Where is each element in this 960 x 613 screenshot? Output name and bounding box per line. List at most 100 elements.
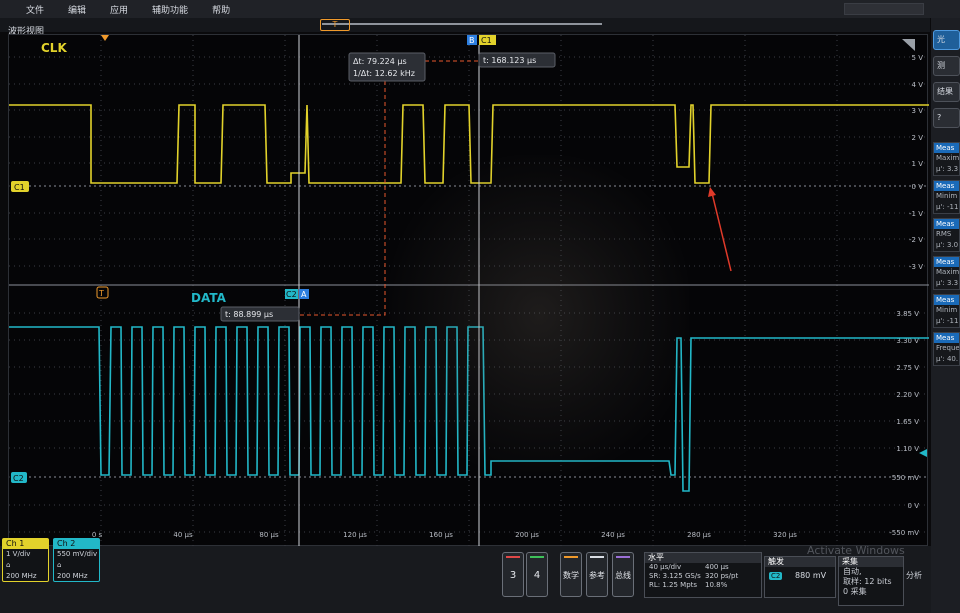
data-label: DATA <box>191 291 227 305</box>
menu-edit[interactable]: 编辑 <box>56 3 98 16</box>
ch1-scale-label: -1 V <box>909 210 923 218</box>
horizontal-settings-badge[interactable]: 水平 40 μs/div 400 μs SR: 3.125 GS/s 320 ps/… <box>644 552 762 598</box>
time-tick-label: 240 μs <box>601 531 625 539</box>
menu-apps[interactable]: 应用 <box>98 3 140 16</box>
record-overview-bar[interactable] <box>322 23 602 25</box>
ch2-settings-badge[interactable]: Ch 2 550 mV/div ⌂ 200 MHz <box>53 538 100 582</box>
ch2-scale-label: 3.85 V <box>896 310 919 318</box>
ch2-header: Ch 2 <box>54 539 99 549</box>
time-tick-label: 80 μs <box>259 531 279 539</box>
time-tick-label: 120 μs <box>343 531 367 539</box>
ch2-scale-label: -550 mV <box>889 529 919 537</box>
menu-accessibility[interactable]: 辅助功能 <box>140 3 200 16</box>
cursor-inv-delta-text: 1/Δt: 12.62 kHz <box>353 69 415 78</box>
measurement-badge-4[interactable]: Meas Maxim μ': 3.3 <box>933 256 960 290</box>
trigger-position-marker[interactable]: T <box>320 19 350 31</box>
trigger-time-icon[interactable] <box>101 35 109 41</box>
measurement-type: Freque <box>936 344 960 352</box>
sample-rate: SR: 3.125 GS/s <box>649 572 701 580</box>
cursor-a-time-text: t: 88.899 μs <box>225 310 273 319</box>
measurement-badge-5[interactable]: Meas Minim μ': -11 <box>933 294 960 328</box>
measurement-badge-6[interactable]: Meas Freque μ': 40. <box>933 332 960 366</box>
trigger-time-label: T <box>98 289 104 298</box>
time-tick-label: 200 μs <box>515 531 539 539</box>
zoom-corner-icon[interactable] <box>902 39 915 51</box>
ch1-scale: 1 V/div <box>6 550 31 558</box>
ch2-scale-label: 0 V <box>908 502 920 510</box>
measurement-header: Meas <box>934 219 959 229</box>
time-tick-label: 320 μs <box>773 531 797 539</box>
measurement-header: Meas <box>934 143 959 153</box>
annotation-arrow-icon <box>708 187 716 197</box>
cursor-b-badge-label: B <box>469 36 475 45</box>
ch2-scale-label: 2.20 V <box>896 391 919 399</box>
c2-ground-label: C2 <box>13 474 24 483</box>
menu-help[interactable]: 帮助 <box>200 3 242 16</box>
measurement-type: Minim <box>936 192 958 200</box>
horizontal-row-1: 40 μs/div 400 μs <box>645 563 761 572</box>
measurement-type: Maxim <box>936 268 960 276</box>
ch1-scale-label: 5 V <box>912 54 924 62</box>
windows-watermark: Activate Windows <box>807 544 905 557</box>
cursor-delta-text: Δt: 79.224 μs <box>353 57 407 66</box>
measurement-badge-1[interactable]: Meas Maxim μ': 3.3 <box>933 142 960 176</box>
horizontal-scale: 40 μs/div <box>649 563 682 571</box>
horizontal-header: 水平 <box>645 553 761 563</box>
ch1-settings-badge[interactable]: Ch 1 1 V/div ⌂ 200 MHz <box>2 538 49 582</box>
ch1-bandwidth: 200 MHz <box>6 572 37 580</box>
cursor-link-line <box>299 81 386 316</box>
time-tick-label: 280 μs <box>687 531 711 539</box>
menu-bar: 文件 编辑 应用 辅助功能 帮助 <box>0 0 960 18</box>
ch1-scale-label: 2 V <box>912 134 924 142</box>
ch2-scale-label: 550 mV <box>892 474 919 482</box>
acquisition-settings-badge[interactable]: 采集 自动, 取样: 12 bits 0 采集 <box>838 556 904 606</box>
ch4-button[interactable]: 4 <box>526 552 548 597</box>
ch2-scale-label: 2.75 V <box>896 364 919 372</box>
math-label: 数学 <box>563 571 579 580</box>
ch2-scale-label: 1.10 V <box>896 445 919 453</box>
trigger-percent: 10.8% <box>705 581 728 589</box>
measurement-badge-2[interactable]: Meas Minim μ': -11 <box>933 180 960 214</box>
cursor-b-time-text: t: 168.123 μs <box>483 56 536 65</box>
ref-button[interactable]: 参考 <box>586 552 608 597</box>
cursor-a-badge-label: A <box>301 290 307 299</box>
record-length: RL: 1.25 Mpts <box>649 581 698 589</box>
measurement-header: Meas <box>934 295 959 305</box>
clk-label: CLK <box>41 41 67 55</box>
horizontal-row-3: RL: 1.25 Mpts 10.8% <box>645 581 761 590</box>
right-button-results[interactable]: 结果 <box>933 82 960 102</box>
time-tick-label: 160 μs <box>429 531 453 539</box>
ch4-label: 4 <box>533 570 541 581</box>
ch1-scale-label: -3 V <box>909 263 923 271</box>
ch2-coupling-icon: ⌂ <box>57 561 62 569</box>
acquisition-type: 取样: 12 bits <box>843 577 892 586</box>
time-overview-strip <box>0 18 930 32</box>
cursor-a-channel-label: C2 <box>286 290 297 299</box>
math-button[interactable]: 数学 <box>560 552 582 597</box>
ch3-button[interactable]: 3 <box>502 552 524 597</box>
waveform-view[interactable]: 5 V4 V3 V2 V1 V0 V -1 V -2 V -3 V 3.85 V 3.3… <box>8 34 929 547</box>
right-button-cursor[interactable]: 光 <box>933 30 960 50</box>
right-button-help[interactable]: ? <box>933 108 960 128</box>
measurement-value: μ': -11 <box>936 317 959 325</box>
ch2-bandwidth: 200 MHz <box>57 572 88 580</box>
ch1-scale-label: 4 V <box>912 81 924 89</box>
measurement-badge-3[interactable]: Meas RMS μ': 3.0 <box>933 218 960 252</box>
ch3-label: 3 <box>509 570 517 581</box>
measurement-type: Maxim <box>936 154 960 162</box>
search-box[interactable] <box>844 3 924 15</box>
ch1-scale-label: 1 V <box>912 160 924 168</box>
right-button-measure[interactable]: 测 <box>933 56 960 76</box>
analyze-button[interactable]: 分析 <box>906 570 922 581</box>
measurement-value: μ': 40. <box>936 355 959 363</box>
acquisition-count: 0 采集 <box>843 587 867 596</box>
ch1-scale-label: -2 V <box>909 236 923 244</box>
horizontal-position: 400 μs <box>705 563 729 571</box>
bus-button[interactable]: 总线 <box>612 552 634 597</box>
measurement-value: μ': 3.0 <box>936 241 959 249</box>
acquisition-mode: 自动, <box>843 567 862 576</box>
trigger-level-icon[interactable] <box>919 449 927 457</box>
trigger-settings-badge[interactable]: 触发 C2 880 mV <box>764 556 836 598</box>
menu-file[interactable]: 文件 <box>14 3 56 16</box>
c1-ground-label: C1 <box>14 183 25 192</box>
